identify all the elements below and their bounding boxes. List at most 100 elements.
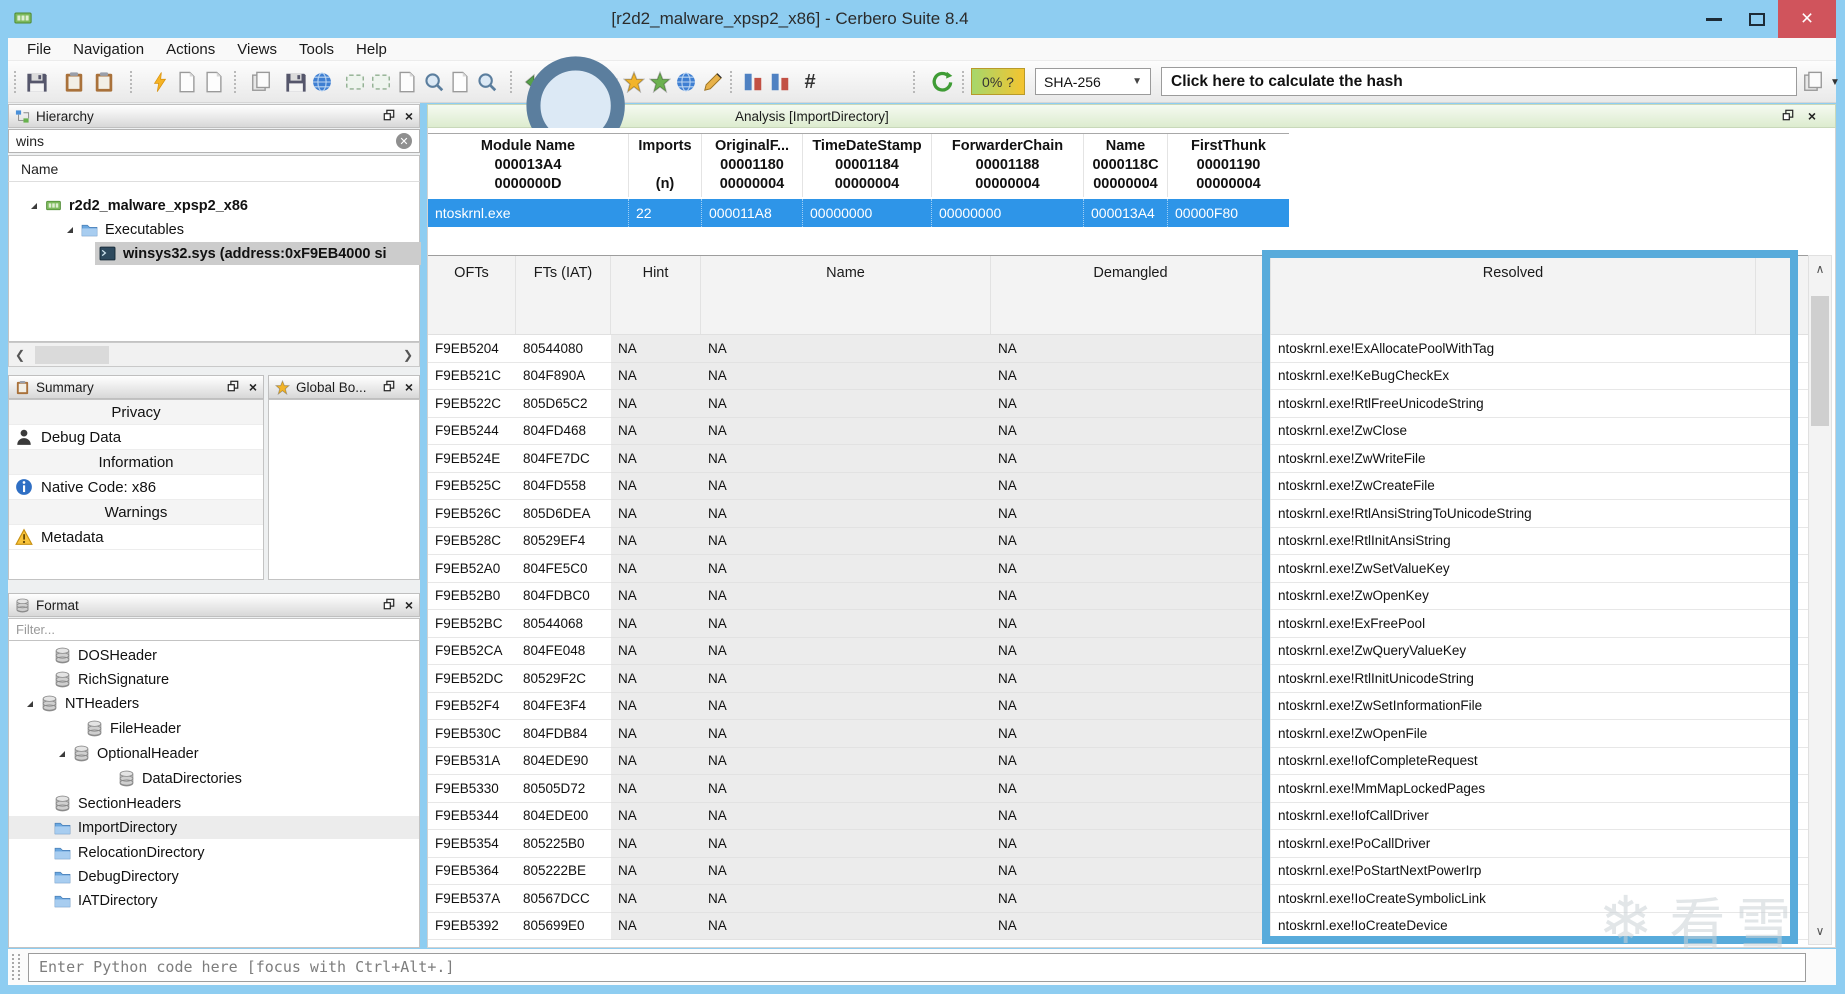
close-button[interactable]: × [1778, 0, 1836, 38]
cell-hint[interactable]: NA [611, 857, 701, 885]
cell-ft[interactable]: 805D65C2 [516, 390, 611, 418]
cell-hint[interactable]: NA [611, 720, 701, 748]
cell-ft[interactable]: 804FD558 [516, 473, 611, 500]
cell-oft[interactable]: F9EB522C [428, 390, 516, 418]
table-row[interactable]: F9EB5204 80544080 NA NA NA ntoskrnl.exe!… [428, 335, 1809, 363]
cell-name[interactable]: NA [701, 665, 991, 693]
scrollbar-thumb[interactable] [1811, 296, 1829, 426]
cell-oft[interactable]: F9EB52B0 [428, 583, 516, 610]
column-header-resolved[interactable]: Resolved [1271, 256, 1756, 334]
cell-demangled[interactable]: NA [991, 857, 1271, 885]
caret-expanded-icon[interactable] [59, 750, 65, 757]
cell-name[interactable]: NA [701, 912, 991, 940]
select-range-icon[interactable] [369, 70, 393, 94]
cell-demangled[interactable]: NA [991, 362, 1271, 390]
menu-file[interactable]: File [16, 38, 62, 60]
cell-resolved[interactable]: ntoskrnl.exe!ExAllocatePoolWithTag [1271, 335, 1756, 363]
cell-name[interactable]: NA [701, 527, 991, 555]
column-header-name[interactable]: Name 0000118C 00000004 [1084, 134, 1168, 197]
cell-demangled[interactable]: NA [991, 665, 1271, 693]
float-panel-icon[interactable] [383, 380, 395, 395]
cell-resolved[interactable]: ntoskrnl.exe!IoCreateSymbolicLink [1271, 885, 1756, 913]
hash-algorithm-select[interactable]: SHA-256 ▼ [1035, 68, 1151, 95]
table-row[interactable]: F9EB52DC 80529F2C NA NA NA ntoskrnl.exe!… [428, 665, 1809, 693]
cell-oft[interactable]: F9EB5204 [428, 335, 516, 363]
cell-name[interactable]: NA [701, 857, 991, 885]
cell-hint[interactable]: NA [611, 362, 701, 390]
cell-demangled[interactable]: NA [991, 912, 1271, 940]
new-file-icon[interactable] [175, 70, 199, 94]
cell-hint[interactable]: NA [611, 335, 701, 363]
scroll-left-icon[interactable]: ❮ [9, 348, 31, 362]
column-header-timedatestamp[interactable]: TimeDateStamp 00001184 00000004 [803, 134, 932, 197]
cell-resolved[interactable]: ntoskrnl.exe!RtlInitAnsiString [1271, 528, 1756, 555]
summary-item-metadata[interactable]: Metadata [9, 525, 263, 550]
hierarchy-search-input[interactable]: wins ✕ [8, 129, 420, 153]
scroll-right-icon[interactable]: ❯ [397, 348, 419, 362]
format-item-sectionheaders[interactable]: SectionHeaders [54, 792, 181, 815]
cell-resolved[interactable]: ntoskrnl.exe!IoCreateDevice [1271, 913, 1756, 940]
clear-search-icon[interactable]: ✕ [396, 133, 412, 149]
cell-name[interactable]: NA [701, 610, 991, 638]
cell-oft[interactable]: F9EB5364 [428, 858, 516, 885]
cell-ft[interactable]: 804FE3F4 [516, 693, 611, 720]
table-row[interactable]: F9EB52CA 804FE048 NA NA NA ntoskrnl.exe!… [428, 637, 1809, 665]
cell-demangled[interactable]: NA [991, 527, 1271, 555]
cell-demangled[interactable]: NA [991, 747, 1271, 775]
cell-name[interactable]: NA [701, 362, 991, 390]
cell-ft[interactable]: 804FE048 [516, 638, 611, 665]
cell-name[interactable]: NA [701, 830, 991, 858]
hash-calculate-input[interactable]: Click here to calculate the hash [1161, 67, 1797, 96]
cell-name[interactable]: NA [701, 417, 991, 445]
cell-resolved[interactable]: ntoskrnl.exe!KeBugCheckEx [1271, 363, 1756, 390]
close-panel-icon[interactable]: × [405, 109, 413, 123]
cell-demangled[interactable]: NA [991, 445, 1271, 473]
cell-ft[interactable]: 80505D72 [516, 775, 611, 803]
cell-ft[interactable]: 804F890A [516, 363, 611, 390]
cell-ft[interactable]: 804EDE00 [516, 803, 611, 830]
format-item-dosheader[interactable]: DOSHeader [54, 644, 157, 667]
cell-ft[interactable]: 804FDB84 [516, 720, 611, 748]
float-panel-icon[interactable] [227, 380, 239, 395]
format-item-relocationdirectory[interactable]: RelocationDirectory [54, 841, 205, 864]
cell-ft[interactable]: 80544080 [516, 335, 611, 363]
cell-name[interactable]: NA [701, 500, 991, 528]
format-filter-input[interactable]: Filter... [8, 618, 420, 641]
cell-hint[interactable]: NA [611, 472, 701, 500]
cell-resolved[interactable]: ntoskrnl.exe!ExFreePool [1271, 610, 1756, 638]
cell-ft[interactable]: 805D6DEA [516, 500, 611, 528]
cell-demangled[interactable]: NA [991, 775, 1271, 803]
tree-item-executables[interactable]: Executables [9, 218, 419, 241]
cell-demangled[interactable]: NA [991, 417, 1271, 445]
cell-hint[interactable]: NA [611, 692, 701, 720]
caret-expanded-icon[interactable] [67, 226, 73, 233]
cell-resolved[interactable]: ntoskrnl.exe!ZwSetInformationFile [1271, 693, 1756, 720]
float-panel-icon[interactable] [383, 109, 395, 124]
cell-resolved[interactable]: ntoskrnl.exe!ZwOpenKey [1271, 583, 1756, 610]
table-row[interactable]: F9EB5364 805222BE NA NA NA ntoskrnl.exe!… [428, 857, 1809, 885]
menu-actions[interactable]: Actions [155, 38, 226, 60]
cell-demangled[interactable]: NA [991, 610, 1271, 638]
cell-hint[interactable]: NA [611, 445, 701, 473]
column-header-imports[interactable]: Imports (n) [629, 134, 702, 197]
table-row[interactable]: F9EB52F4 804FE3F4 NA NA NA ntoskrnl.exe!… [428, 692, 1809, 720]
cell-oft[interactable]: F9EB52CA [428, 638, 516, 665]
format-item-ntheaders[interactable]: NTHeaders [27, 692, 139, 715]
table-row[interactable]: F9EB52B0 804FDBC0 NA NA NA ntoskrnl.exe!… [428, 582, 1809, 610]
format-item-debugdirectory[interactable]: DebugDirectory [54, 865, 179, 888]
cell-resolved[interactable]: ntoskrnl.exe!ZwOpenFile [1271, 720, 1756, 748]
hierarchy-column-header[interactable]: Name [8, 155, 420, 182]
cell-resolved[interactable]: ntoskrnl.exe!ZwQueryValueKey [1271, 638, 1756, 665]
layout-columns-alt-icon[interactable] [768, 70, 792, 94]
table-row[interactable]: F9EB5344 804EDE00 NA NA NA ntoskrnl.exe!… [428, 802, 1809, 830]
cell-ft[interactable]: 805225B0 [516, 830, 611, 858]
cell-ft[interactable]: 804FE5C0 [516, 555, 611, 583]
cell-name[interactable]: NA [701, 747, 991, 775]
table-row[interactable]: F9EB531A 804EDE90 NA NA NA ntoskrnl.exe!… [428, 747, 1809, 775]
cell-ft[interactable]: 80529EF4 [516, 528, 611, 555]
summary-item-native-code[interactable]: Native Code: x86 [9, 475, 263, 500]
column-header-forwarderchain[interactable]: ForwarderChain 00001188 00000004 [932, 134, 1084, 197]
cell-resolved[interactable]: ntoskrnl.exe!ZwClose [1271, 418, 1756, 445]
cell-demangled[interactable]: NA [991, 830, 1271, 858]
cell-name[interactable]: NA [701, 637, 991, 665]
